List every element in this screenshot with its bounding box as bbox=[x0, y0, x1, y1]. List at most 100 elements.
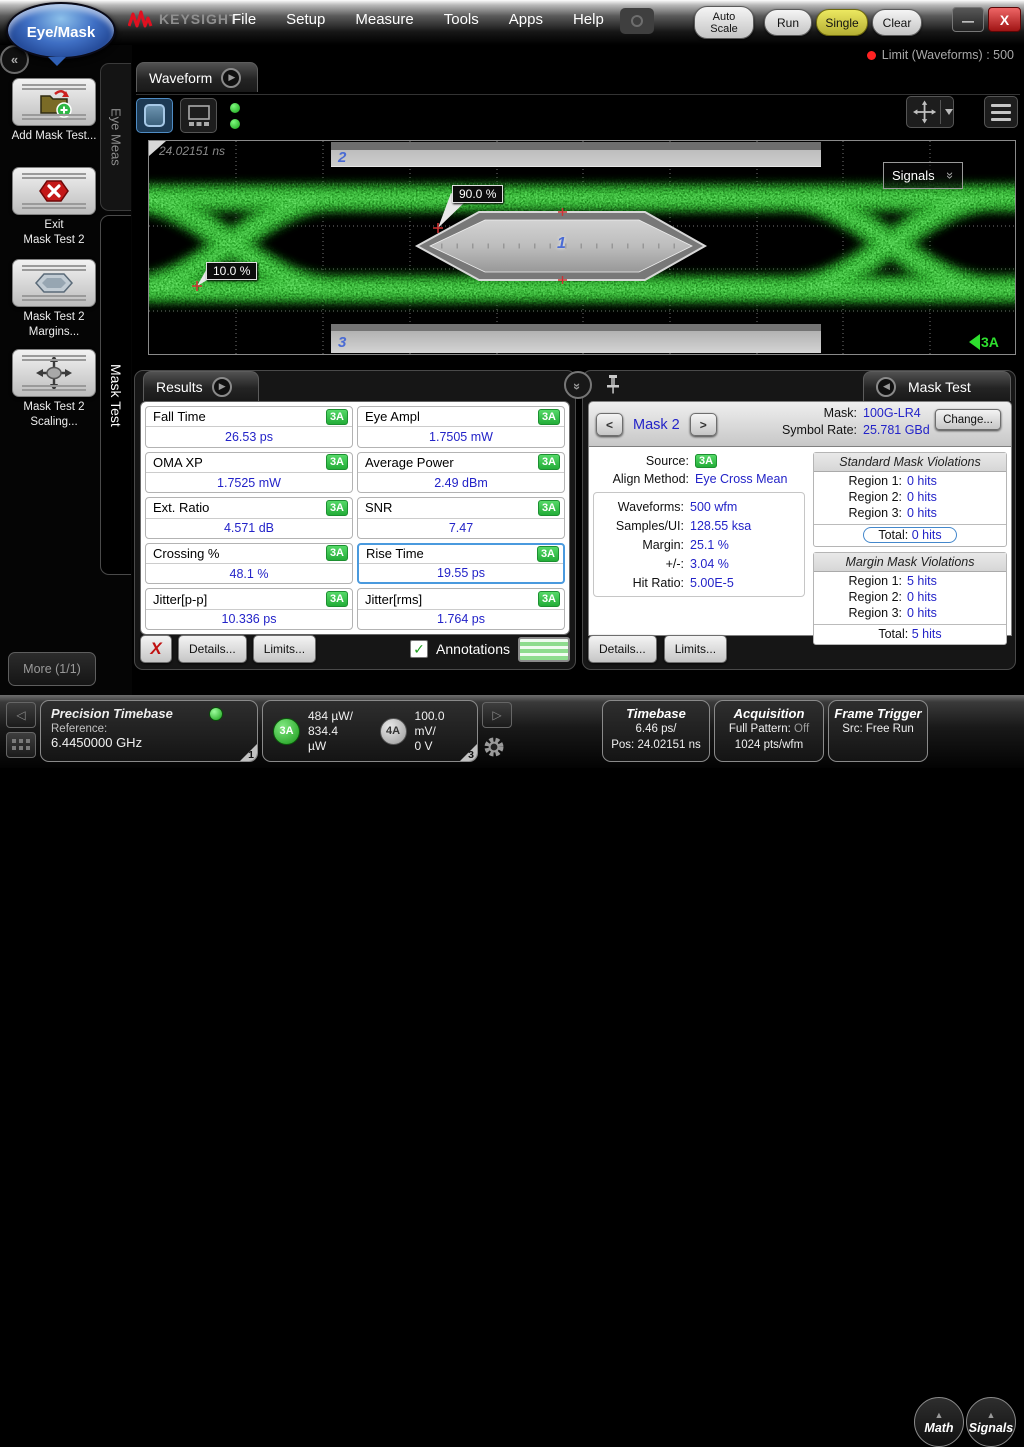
tab-eye-meas[interactable]: Eye Meas bbox=[100, 63, 131, 211]
sidebar-item-add-mask-test[interactable]: Add Mask Test... bbox=[4, 78, 104, 144]
timebase-panel[interactable]: Timebase 6.46 ps/ Pos: 24.02151 ns bbox=[602, 700, 710, 762]
results-footer: X Details... Limits... ✓ Annotations bbox=[140, 635, 570, 663]
acquisition-panel[interactable]: Acquisition Full Pattern: Off 1024 pts/w… bbox=[714, 700, 824, 762]
menubar: File Setup Measure Tools Apps Help bbox=[232, 11, 604, 28]
next-mask-button[interactable]: > bbox=[689, 413, 717, 436]
channel-3a-marker[interactable]: 3A bbox=[969, 334, 999, 350]
tab-results[interactable]: Results ▶ bbox=[143, 371, 259, 401]
mask-test-panel: ◀ Mask Test < Mask 2 > Mask: 100G-LR4 Sy… bbox=[582, 370, 1016, 670]
math-button[interactable]: ▲ Math bbox=[914, 1397, 964, 1447]
results-limits-button[interactable]: Limits... bbox=[252, 635, 317, 663]
grid-dots-icon bbox=[12, 739, 30, 750]
run-button[interactable]: Run bbox=[764, 9, 812, 36]
signals-dropdown-label: Signals bbox=[892, 168, 935, 183]
source-badge: 3A bbox=[537, 454, 560, 471]
measurement-cell-jitter-rms[interactable]: Jitter[rms] 3A 1.764 ps bbox=[357, 588, 565, 630]
marker-triangle-icon bbox=[969, 334, 980, 350]
change-mask-button[interactable]: Change... bbox=[935, 409, 1001, 430]
settings-gear-button[interactable] bbox=[478, 731, 510, 763]
acquisition-title: Acquisition bbox=[733, 706, 805, 721]
pan-tool-button[interactable] bbox=[906, 96, 954, 128]
chevron-double-icon: » bbox=[942, 171, 958, 180]
annotations-checkbox[interactable]: ✓ bbox=[410, 640, 429, 658]
camera-icon bbox=[631, 15, 643, 27]
mask-margins-button[interactable] bbox=[12, 259, 96, 307]
close-button[interactable]: X bbox=[988, 7, 1021, 32]
menu-apps[interactable]: Apps bbox=[509, 11, 543, 28]
sidebar-item-mask-margins[interactable]: Mask Test 2 Margins... bbox=[4, 259, 104, 340]
menu-setup[interactable]: Setup bbox=[286, 11, 325, 28]
display-menu-button[interactable] bbox=[984, 96, 1018, 128]
mask-info: Mask: 100G-LR4 Symbol Rate: 25.781 GBd bbox=[757, 406, 930, 437]
results-details-button[interactable]: Details... bbox=[178, 635, 247, 663]
menu-measure[interactable]: Measure bbox=[355, 11, 413, 28]
align-method-value: Eye Cross Mean bbox=[695, 472, 788, 486]
measurement-cell-ext-ratio[interactable]: Ext. Ratio 3A 4.571 dB bbox=[145, 497, 353, 539]
measurement-cell-crossing[interactable]: Crossing % 3A 48.1 % bbox=[145, 542, 353, 585]
mask-scaling-button[interactable] bbox=[12, 349, 96, 397]
region3-label: 3 bbox=[338, 334, 347, 351]
source-badge: 3A bbox=[325, 591, 348, 608]
channel-3a-icon[interactable]: 3A bbox=[273, 717, 300, 745]
panel-grid-button[interactable] bbox=[6, 732, 36, 758]
menu-file[interactable]: File bbox=[232, 11, 256, 28]
exit-red-x-icon bbox=[39, 180, 69, 202]
measurement-cell-fall-time[interactable]: Fall Time 3A 26.53 ps bbox=[145, 406, 353, 448]
scroll-right-button[interactable]: ▷ bbox=[482, 702, 512, 728]
hamburger-icon bbox=[991, 103, 1011, 107]
add-mask-test-button[interactable] bbox=[12, 78, 96, 126]
grid-view-icon bbox=[187, 104, 210, 126]
waveform-play-icon[interactable]: ▶ bbox=[221, 67, 242, 88]
scroll-left-button[interactable]: ◁ bbox=[6, 702, 36, 728]
source-badge: 3A bbox=[695, 454, 718, 468]
channel-4a-icon[interactable]: 4A bbox=[379, 717, 407, 745]
mask-navigator: < Mask 2 > bbox=[596, 413, 717, 436]
source-badge: 3A bbox=[537, 499, 560, 516]
mask-details-button[interactable]: Details... bbox=[588, 635, 657, 663]
annotation-style-button[interactable] bbox=[518, 636, 570, 662]
channels-panel[interactable]: 3A 484 µW/834.4 µW 4A 100.0 mV/0 V 3 bbox=[262, 700, 478, 762]
add-mask-folder-icon bbox=[40, 90, 72, 118]
single-button[interactable]: Single bbox=[816, 9, 868, 36]
mask-label: Mask: bbox=[823, 406, 857, 420]
measurement-cell-snr[interactable]: SNR 3A 7.47 bbox=[357, 497, 565, 539]
measurement-cell-rise-time[interactable]: Rise Time 3A 19.55 ps bbox=[357, 542, 565, 585]
mask-test-back-icon[interactable]: ◀ bbox=[876, 376, 896, 397]
threshold-90-label: 90.0 % bbox=[452, 185, 504, 203]
mask-limits-button[interactable]: Limits... bbox=[663, 635, 728, 663]
pan-dropdown-icon[interactable] bbox=[945, 109, 953, 115]
eye-diagram-display[interactable]: 24.02151 ns 2 3 1 90.0 % 10.0 % Signals … bbox=[148, 140, 1016, 355]
tab-waveform[interactable]: Waveform ▶ bbox=[136, 62, 258, 92]
source-label: Source: bbox=[645, 454, 689, 468]
measurement-cell-jitter-pp[interactable]: Jitter[p-p] 3A 10.336 ps bbox=[145, 588, 353, 630]
signals-dropdown[interactable]: Signals » bbox=[883, 162, 963, 189]
prev-mask-button[interactable]: < bbox=[596, 413, 623, 436]
single-view-button[interactable] bbox=[136, 98, 173, 133]
grid-view-button[interactable] bbox=[180, 98, 217, 133]
mask-test-tab-label: Mask Test bbox=[908, 378, 971, 395]
mask-lens-icon bbox=[34, 273, 74, 293]
auto-scale-button[interactable]: Auto Scale bbox=[694, 6, 754, 39]
tab-mask-test[interactable]: Mask Test bbox=[100, 215, 131, 575]
sidebar-item-mask-scaling[interactable]: Mask Test 2 Scaling... bbox=[4, 349, 104, 430]
sidebar-item-exit-mask-test[interactable]: Exit Mask Test 2 bbox=[4, 167, 104, 248]
measurement-cell-oma-xp[interactable]: OMA XP 3A 1.7525 mW bbox=[145, 451, 353, 494]
exit-mask-test-button[interactable] bbox=[12, 167, 96, 215]
tab-mask-test-panel[interactable]: ◀ Mask Test bbox=[863, 371, 1011, 401]
measurement-cell-eye-ampl[interactable]: Eye Ampl 3A 1.7505 mW bbox=[357, 406, 565, 448]
results-play-icon[interactable]: ▶ bbox=[211, 376, 232, 397]
delete-measurement-button[interactable]: X bbox=[140, 635, 172, 663]
precision-timebase-panel[interactable]: Precision Timebase Reference: 6.4450000 … bbox=[40, 700, 258, 762]
align-method-label: Align Method: bbox=[612, 472, 689, 486]
minimize-button[interactable]: — bbox=[952, 7, 984, 32]
frame-trigger-panel[interactable]: Frame Trigger Src: Free Run bbox=[828, 700, 928, 762]
clear-button[interactable]: Clear bbox=[872, 9, 922, 36]
menu-help[interactable]: Help bbox=[573, 11, 604, 28]
menu-tools[interactable]: Tools bbox=[444, 11, 479, 28]
more-pages-button[interactable]: More (1/1) bbox=[8, 652, 96, 686]
measurement-cell-average-power[interactable]: Average Power 3A 2.49 dBm bbox=[357, 451, 565, 494]
screenshot-camera-button[interactable] bbox=[620, 8, 654, 34]
pin-icon[interactable] bbox=[605, 374, 621, 394]
signals-button[interactable]: ▲ Signals bbox=[966, 1397, 1016, 1447]
panel-collapse-button[interactable]: » bbox=[564, 371, 592, 399]
